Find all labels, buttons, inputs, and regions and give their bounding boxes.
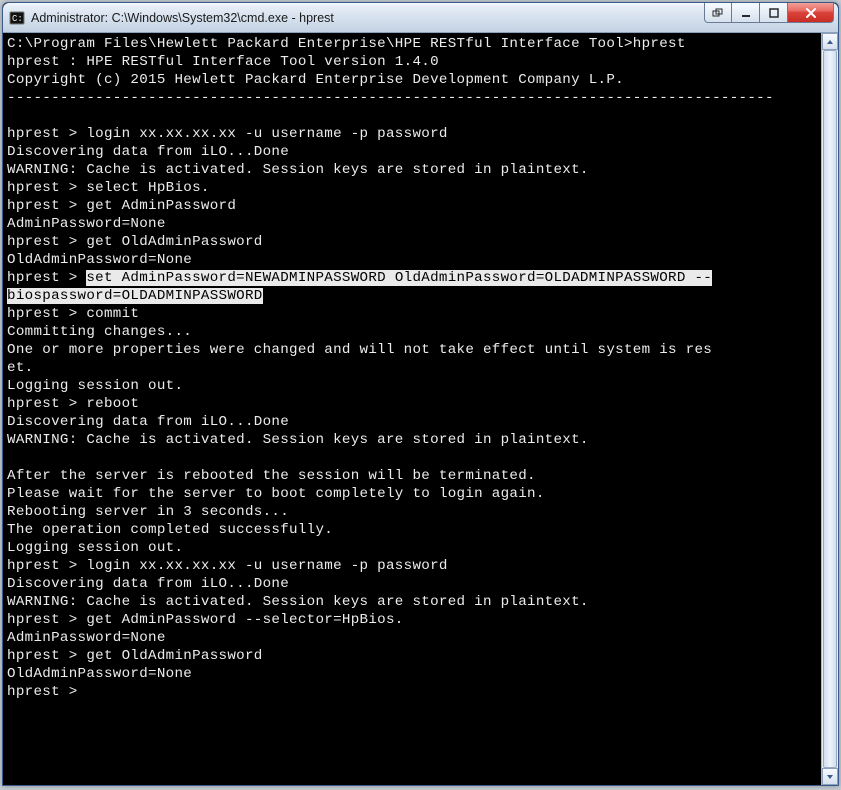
terminal-line	[7, 449, 817, 467]
maximize-button[interactable]	[760, 3, 788, 23]
terminal-line: WARNING: Cache is activated. Session key…	[7, 431, 817, 449]
terminal-line: C:\Program Files\Hewlett Packard Enterpr…	[7, 35, 817, 53]
svg-text:C:: C:	[12, 14, 23, 24]
window-controls	[704, 3, 838, 32]
terminal-line: hprest > get AdminPassword	[7, 197, 817, 215]
terminal-line: The operation completed successfully.	[7, 521, 817, 539]
terminal-line: hprest > get AdminPassword --selector=Hp…	[7, 611, 817, 629]
terminal-line: AdminPassword=None	[7, 629, 817, 647]
vertical-scrollbar[interactable]	[821, 33, 838, 785]
terminal-line	[7, 107, 817, 125]
terminal-line: Logging session out.	[7, 377, 817, 395]
terminal-line: hprest > login xx.xx.xx.xx -u username -…	[7, 557, 817, 575]
scroll-down-button[interactable]	[822, 768, 838, 785]
terminal-line: hprest : HPE RESTful Interface Tool vers…	[7, 53, 817, 71]
terminal-line: hprest >	[7, 683, 817, 701]
scroll-thumb[interactable]	[823, 50, 837, 768]
popout-button[interactable]	[704, 3, 732, 23]
terminal-line: Copyright (c) 2015 Hewlett Packard Enter…	[7, 71, 817, 89]
titlebar[interactable]: C: Administrator: C:\Windows\System32\cm…	[3, 3, 838, 33]
terminal-line: One or more properties were changed and …	[7, 341, 817, 359]
terminal-line: WARNING: Cache is activated. Session key…	[7, 161, 817, 179]
terminal-line: WARNING: Cache is activated. Session key…	[7, 593, 817, 611]
terminal-line: Rebooting server in 3 seconds...	[7, 503, 817, 521]
terminal-line: hprest > get OldAdminPassword	[7, 233, 817, 251]
terminal-line: hprest > commit	[7, 305, 817, 323]
scroll-up-button[interactable]	[822, 33, 838, 50]
terminal-line: hprest > login xx.xx.xx.xx -u username -…	[7, 125, 817, 143]
terminal-line: Please wait for the server to boot compl…	[7, 485, 817, 503]
terminal-line: biospassword=OLDADMINPASSWORD	[7, 287, 817, 305]
terminal-line: After the server is rebooted the session…	[7, 467, 817, 485]
window-body: C:\Program Files\Hewlett Packard Enterpr…	[3, 33, 838, 785]
highlighted-text: biospassword=OLDADMINPASSWORD	[7, 288, 263, 304]
terminal-line: AdminPassword=None	[7, 215, 817, 233]
terminal-line: Discovering data from iLO...Done	[7, 413, 817, 431]
close-button[interactable]	[788, 3, 834, 23]
cmd-window: C: Administrator: C:\Windows\System32\cm…	[2, 2, 839, 786]
window-title: Administrator: C:\Windows\System32\cmd.e…	[31, 11, 704, 25]
terminal-line: Discovering data from iLO...Done	[7, 143, 817, 161]
terminal-line: hprest > set AdminPassword=NEWADMINPASSW…	[7, 269, 817, 287]
terminal-line: hprest > reboot	[7, 395, 817, 413]
terminal-line: OldAdminPassword=None	[7, 251, 817, 269]
terminal-line: Discovering data from iLO...Done	[7, 575, 817, 593]
highlighted-text: set AdminPassword=NEWADMINPASSWORD OldAd…	[86, 270, 712, 286]
terminal-line: Committing changes...	[7, 323, 817, 341]
scroll-track[interactable]	[822, 50, 838, 768]
terminal-line: hprest > get OldAdminPassword	[7, 647, 817, 665]
terminal-line: hprest > select HpBios.	[7, 179, 817, 197]
terminal-line: Logging session out.	[7, 539, 817, 557]
minimize-button[interactable]	[732, 3, 760, 23]
terminal-line: OldAdminPassword=None	[7, 665, 817, 683]
terminal-line: ----------------------------------------…	[7, 89, 817, 107]
terminal-output[interactable]: C:\Program Files\Hewlett Packard Enterpr…	[3, 33, 821, 785]
cmd-icon: C:	[9, 10, 25, 26]
terminal-line: et.	[7, 359, 817, 377]
